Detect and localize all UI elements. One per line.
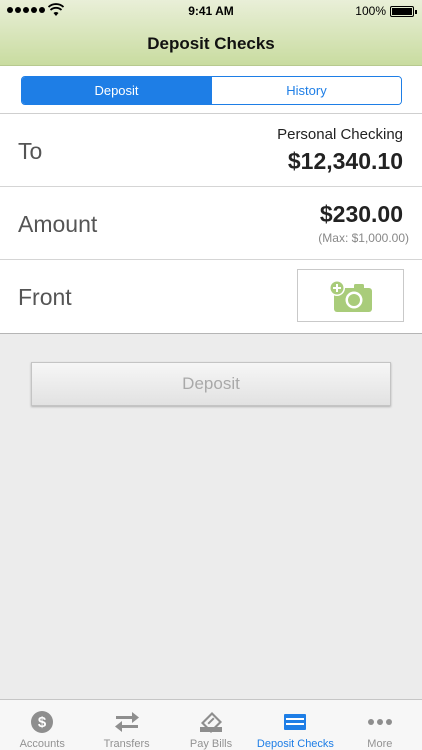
segmented-control-bar: Deposit History xyxy=(0,66,422,114)
battery-icon xyxy=(390,6,417,17)
tab-transfers[interactable]: Transfers xyxy=(84,700,168,750)
header: 9:41 AM 100% Deposit Checks xyxy=(0,0,422,66)
check-icon xyxy=(284,714,307,730)
tab-deposit-checks[interactable]: Deposit Checks xyxy=(253,700,337,750)
add-photo-icon xyxy=(328,279,372,312)
to-account-name: Personal Checking xyxy=(277,126,403,143)
tab-more-label: More xyxy=(367,738,393,750)
tab-more[interactable]: More xyxy=(338,700,422,750)
tab-accounts[interactable]: $ Accounts xyxy=(0,700,84,750)
status-bar: 9:41 AM 100% xyxy=(0,0,422,22)
amount-label: Amount xyxy=(18,211,98,237)
to-account-balance: $12,340.10 xyxy=(287,148,403,174)
to-account-row[interactable]: To Personal Checking $12,340.10 xyxy=(0,114,422,187)
front-photo-button[interactable] xyxy=(297,269,404,322)
tab-transfers-label: Transfers xyxy=(103,738,150,750)
battery-percent: 100% xyxy=(355,4,386,18)
front-label: Front xyxy=(18,284,72,310)
svg-text:$: $ xyxy=(38,714,47,731)
to-label: To xyxy=(18,138,43,164)
segmented-control: Deposit History xyxy=(21,76,402,105)
deposit-form: To Personal Checking $12,340.10 Amount $… xyxy=(0,114,422,334)
tab-history[interactable]: History xyxy=(211,77,401,104)
dollar-coin-icon: $ xyxy=(31,711,54,733)
deposit-button[interactable]: Deposit xyxy=(31,362,391,406)
page-title: Deposit Checks xyxy=(147,34,275,53)
tab-accounts-label: Accounts xyxy=(19,738,65,750)
amount-max: (Max: $1,000.00) xyxy=(318,231,409,245)
tab-pay-bills[interactable]: Pay Bills xyxy=(169,700,253,750)
pay-bills-icon xyxy=(200,712,223,733)
front-row: Front xyxy=(0,260,422,333)
transfer-arrows-icon xyxy=(114,712,139,732)
amount-value: $230.00 xyxy=(319,201,403,227)
tab-bar: $ Accounts Transfers Pay Bills Deposit C… xyxy=(0,699,422,750)
tab-deposit[interactable]: Deposit xyxy=(22,77,211,104)
tab-pay-bills-label: Pay Bills xyxy=(189,738,233,750)
more-dots-icon xyxy=(367,719,392,725)
amount-row[interactable]: Amount $230.00 (Max: $1,000.00) xyxy=(0,187,422,260)
tab-deposit-checks-label: Deposit Checks xyxy=(256,738,334,750)
